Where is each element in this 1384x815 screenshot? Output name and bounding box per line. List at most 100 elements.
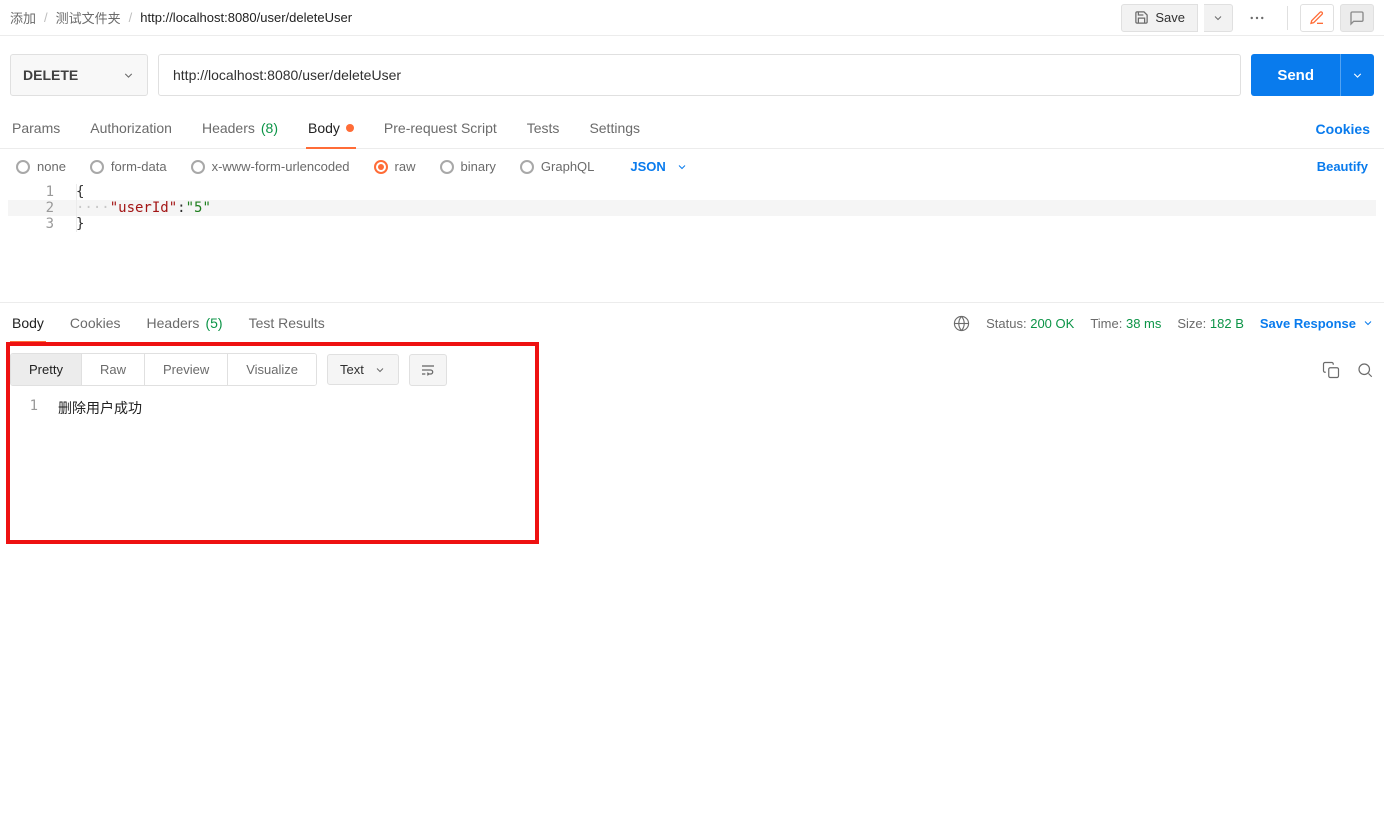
tab-body[interactable]: Body [306, 110, 356, 148]
radio-icon [90, 160, 104, 174]
body-type-none-label: none [37, 159, 66, 174]
body-type-graphql-label: GraphQL [541, 159, 594, 174]
comments-button[interactable] [1340, 4, 1374, 32]
comment-icon [1349, 10, 1365, 26]
cookies-link[interactable]: Cookies [1312, 111, 1374, 147]
save-response-label: Save Response [1260, 316, 1356, 331]
request-body-editor[interactable]: 1 { 2 ····"userId":"5" 3 } [8, 184, 1376, 232]
save-response-button[interactable]: Save Response [1260, 316, 1374, 331]
request-row: DELETE Send [0, 36, 1384, 110]
response-format-value: Text [340, 362, 364, 377]
body-type-row: none form-data x-www-form-urlencoded raw… [0, 149, 1384, 184]
response-format-select[interactable]: Text [327, 354, 399, 385]
breadcrumb: 添加 / 测试文件夹 / http://localhost:8080/user/… [10, 8, 352, 27]
save-button[interactable]: Save [1121, 4, 1198, 32]
search-button[interactable] [1356, 361, 1374, 379]
body-type-binary[interactable]: binary [440, 159, 496, 174]
line-number: 3 [8, 216, 68, 232]
line-number: 1 [0, 398, 58, 418]
modified-dot-icon [346, 124, 354, 132]
line-number: 1 [8, 184, 68, 200]
copy-button[interactable] [1322, 361, 1340, 379]
send-button[interactable]: Send [1251, 54, 1340, 96]
format-value: JSON [630, 159, 665, 174]
body-type-urlencoded[interactable]: x-www-form-urlencoded [191, 159, 350, 174]
resp-tab-testresults[interactable]: Test Results [247, 303, 327, 343]
body-type-raw-label: raw [395, 159, 416, 174]
save-icon [1134, 10, 1149, 25]
tab-prerequest[interactable]: Pre-request Script [382, 110, 499, 148]
globe-icon[interactable] [953, 315, 970, 332]
beautify-button[interactable]: Beautify [1317, 159, 1368, 174]
top-bar: 添加 / 测试文件夹 / http://localhost:8080/user/… [0, 0, 1384, 36]
breadcrumb-current[interactable]: http://localhost:8080/user/deleteUser [140, 10, 352, 25]
tab-body-label: Body [308, 120, 340, 136]
body-type-raw[interactable]: raw [374, 159, 416, 174]
size-value: 182 B [1210, 316, 1244, 331]
ellipsis-icon [1248, 9, 1266, 27]
save-dropdown[interactable] [1204, 4, 1233, 32]
status-value: 200 OK [1030, 316, 1074, 331]
body-type-urlencoded-label: x-www-form-urlencoded [212, 159, 350, 174]
edit-button[interactable] [1300, 4, 1334, 32]
json-key: "userId" [110, 200, 177, 216]
time-value: 38 ms [1126, 316, 1161, 331]
pencil-icon [1309, 10, 1325, 26]
time-label: Time: [1090, 316, 1122, 331]
brace: { [76, 184, 84, 200]
tab-tests[interactable]: Tests [525, 110, 562, 148]
body-type-formdata-label: form-data [111, 159, 167, 174]
status-label: Status: [986, 316, 1026, 331]
body-type-formdata[interactable]: form-data [90, 159, 167, 174]
breadcrumb-sep: / [44, 10, 48, 25]
tab-headers-label: Headers [202, 120, 255, 136]
wrap-icon [420, 362, 436, 378]
view-tabs: Pretty Raw Preview Visualize [10, 353, 317, 386]
size-label: Size: [1177, 316, 1206, 331]
brace: } [76, 216, 84, 232]
chevron-down-icon [1212, 12, 1224, 24]
top-actions: Save [1121, 4, 1374, 32]
gutter-border [76, 184, 77, 232]
view-visualize[interactable]: Visualize [228, 354, 316, 385]
view-pretty[interactable]: Pretty [11, 354, 82, 385]
radio-icon [520, 160, 534, 174]
resp-tab-headers[interactable]: Headers (5) [145, 303, 225, 343]
size: Size: 182 B [1177, 316, 1244, 331]
breadcrumb-root[interactable]: 添加 [10, 8, 36, 27]
line-number: 2 [8, 200, 68, 216]
chevron-down-icon [122, 69, 135, 82]
send-dropdown[interactable] [1340, 54, 1374, 96]
more-options-button[interactable] [1239, 4, 1275, 32]
colon: : [177, 200, 185, 216]
tab-settings[interactable]: Settings [587, 110, 642, 148]
radio-icon [440, 160, 454, 174]
resp-tab-cookies[interactable]: Cookies [68, 303, 123, 343]
response-body[interactable]: 1 删除用户成功 [0, 394, 1384, 422]
method-value: DELETE [23, 67, 78, 83]
resp-tab-body[interactable]: Body [10, 303, 46, 343]
view-preview[interactable]: Preview [145, 354, 228, 385]
radio-icon [16, 160, 30, 174]
response-text: 删除用户成功 [58, 398, 142, 418]
body-type-binary-label: binary [461, 159, 496, 174]
body-type-none[interactable]: none [16, 159, 66, 174]
tab-authorization[interactable]: Authorization [88, 110, 174, 148]
view-raw[interactable]: Raw [82, 354, 145, 385]
breadcrumb-folder[interactable]: 测试文件夹 [56, 8, 121, 27]
response-meta: Status: 200 OK Time: 38 ms Size: 182 B S… [953, 315, 1374, 332]
body-types: none form-data x-www-form-urlencoded raw… [16, 159, 688, 174]
body-type-graphql[interactable]: GraphQL [520, 159, 594, 174]
response-tools: Pretty Raw Preview Visualize Text [0, 343, 1384, 394]
format-select[interactable]: JSON [630, 159, 687, 174]
method-select[interactable]: DELETE [10, 54, 148, 96]
indent: ···· [76, 200, 110, 216]
chevron-down-icon [1351, 69, 1364, 82]
tab-params[interactable]: Params [10, 110, 62, 148]
time: Time: 38 ms [1090, 316, 1161, 331]
url-input[interactable] [158, 54, 1241, 96]
save-label: Save [1155, 10, 1185, 25]
wrap-button[interactable] [409, 354, 447, 386]
chevron-down-icon [374, 364, 386, 376]
tab-headers[interactable]: Headers (8) [200, 110, 280, 148]
